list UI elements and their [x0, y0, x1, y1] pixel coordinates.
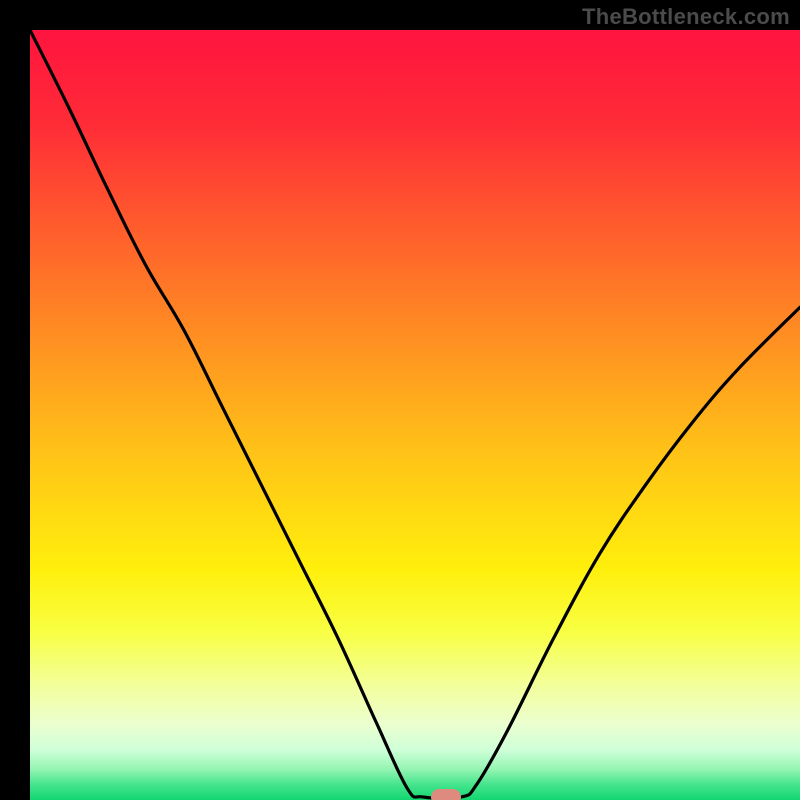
chart-frame: TheBottleneck.com [0, 0, 800, 800]
watermark-text: TheBottleneck.com [582, 4, 790, 30]
optimal-point-marker [431, 789, 461, 800]
gradient-background [30, 30, 800, 800]
bottleneck-chart [30, 30, 800, 800]
plot-area [30, 30, 800, 800]
